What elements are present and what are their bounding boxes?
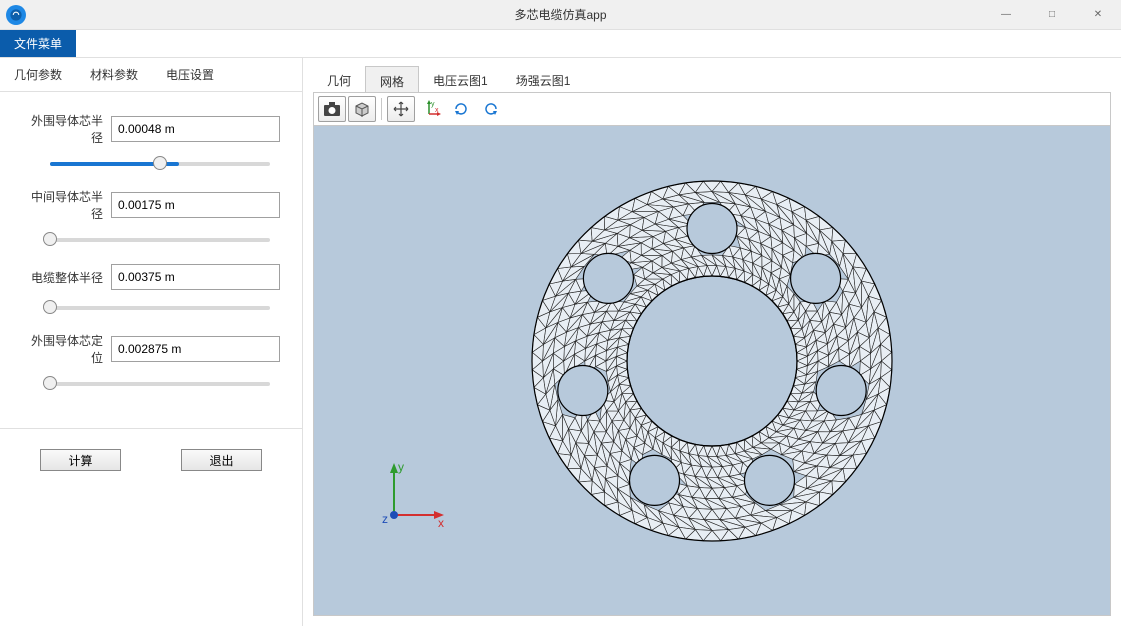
file-menu[interactable]: 文件菜单 [0,30,76,57]
param-label: 外围导体芯定位 [22,332,111,366]
maximize-button[interactable]: □ [1029,0,1075,30]
view-tab-geometry[interactable]: 几何 [313,66,365,92]
cube-icon [353,100,371,118]
rotate-cw-button[interactable] [447,96,475,122]
svg-text:x: x [435,107,439,114]
svg-text:x: x [438,516,444,530]
close-button[interactable]: ✕ [1075,0,1121,30]
view-tab-field-plot[interactable]: 场强云图1 [502,66,585,92]
param-tab-voltage[interactable]: 电压设置 [152,58,228,91]
view-tabs: 几何 网格 电压云图1 场强云图1 [303,58,1121,92]
slider-outer-core-radius[interactable] [22,156,280,172]
title-bar: 多芯电缆仿真app — □ ✕ [0,0,1121,30]
mesh-plot [512,161,912,561]
left-panel: 几何参数 材料参数 电压设置 外围导体芯半径 中间导体芯半径 [0,58,303,626]
camera-icon [323,101,341,117]
view-tab-voltage-plot[interactable]: 电压云图1 [419,66,502,92]
exit-button[interactable]: 退出 [181,449,262,471]
svg-text:z: z [382,512,388,526]
menu-bar: 文件菜单 [0,30,1121,58]
cube-view-button[interactable] [348,96,376,122]
pan-button[interactable] [387,96,415,122]
slider-mid-core-radius[interactable] [22,232,280,248]
param-input-cable-radius[interactable] [111,264,280,290]
rotate-ccw-button[interactable] [477,96,505,122]
svg-text:y: y [398,460,404,474]
param-input-outer-core-position[interactable] [111,336,280,362]
param-tabs: 几何参数 材料参数 电压设置 [0,58,302,92]
view-toolbar: y x [313,92,1111,126]
viewport[interactable]: y x z [313,126,1111,616]
slider-cable-radius[interactable] [22,300,280,316]
screenshot-button[interactable] [318,96,346,122]
param-row-mid-core-radius: 中间导体芯半径 [22,188,280,248]
slider-outer-core-position[interactable] [22,376,280,392]
param-input-outer-core-radius[interactable] [111,116,280,142]
minimize-button[interactable]: — [983,0,1029,30]
compute-button[interactable]: 计算 [40,449,121,471]
view-tab-mesh[interactable]: 网格 [365,66,419,92]
param-label: 外围导体芯半径 [22,112,111,146]
pan-icon [392,100,410,118]
main-panel: 几何 网格 电压云图1 场强云图1 y x [303,58,1121,626]
axes-button[interactable]: y x [417,96,445,122]
param-label: 中间导体芯半径 [22,188,111,222]
param-tab-material[interactable]: 材料参数 [76,58,152,91]
param-row-outer-core-position: 外围导体芯定位 [22,332,280,392]
axis-gizmo: y x z [374,455,454,535]
axes-icon: y x [421,100,441,118]
param-row-cable-radius: 电缆整体半径 [22,264,280,316]
window-title: 多芯电缆仿真app [514,6,606,23]
rotate-ccw-icon [482,100,500,118]
param-row-outer-core-radius: 外围导体芯半径 [22,112,280,172]
app-icon [6,5,26,25]
param-tab-geometry[interactable]: 几何参数 [0,58,76,91]
param-input-mid-core-radius[interactable] [111,192,280,218]
rotate-cw-icon [452,100,470,118]
param-label: 电缆整体半径 [22,269,111,286]
